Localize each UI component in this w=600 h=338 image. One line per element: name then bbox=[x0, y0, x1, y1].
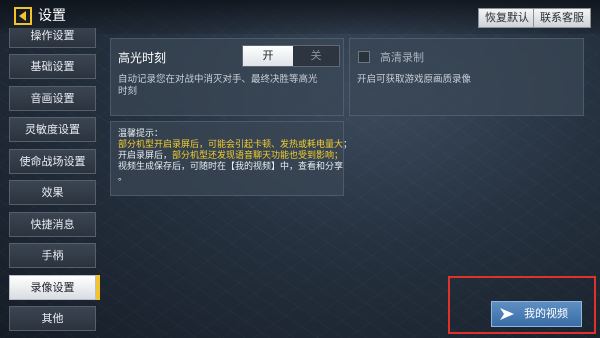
hd-recording-checkbox[interactable] bbox=[358, 51, 370, 63]
highlight-moments-desc-line1: 自动记录您在对战中消灭对手、最终决胜等高光 bbox=[118, 74, 318, 85]
back-arrow-icon bbox=[19, 11, 26, 21]
play-arrow-icon bbox=[500, 308, 514, 320]
sidebar-item-other[interactable]: 其他 bbox=[9, 306, 96, 331]
sidebar-item-quick-messages[interactable]: 快捷消息 bbox=[9, 212, 96, 237]
tips-heading: 温馨提示： bbox=[118, 129, 164, 139]
my-video-label: 我的视频 bbox=[524, 307, 568, 320]
sidebar-item-battlefield[interactable]: 使命战场设置 bbox=[9, 149, 96, 174]
sidebar-item-controller[interactable]: 手柄 bbox=[9, 243, 96, 268]
my-video-button[interactable]: 我的视频 bbox=[491, 301, 582, 327]
tips-line-1: 部分机型开启录屏后，可能会引起卡顿、发热或耗电量大； bbox=[118, 140, 352, 151]
settings-sidebar: 操作设置 基础设置 音画设置 灵敏度设置 使命战场设置 效果 快捷消息 手柄 录… bbox=[0, 28, 102, 338]
sidebar-item-controls[interactable]: 操作设置 bbox=[9, 28, 96, 48]
toggle-on-option[interactable]: 开 bbox=[243, 46, 293, 66]
contact-support-button[interactable]: 联系客服 bbox=[533, 8, 591, 28]
toggle-off-option[interactable]: 关 bbox=[293, 46, 339, 66]
tips-line-1-warning: 部分机型开启录屏后，可能会引起卡顿、发热或耗电量大 bbox=[118, 140, 344, 150]
page-title: 设置 bbox=[38, 8, 66, 24]
tips-line-2: 开启录屏后，部分机型还发现语音聊天功能也受到影响； bbox=[118, 151, 343, 162]
tips-line-4: 。 bbox=[118, 173, 128, 183]
tips-line-2-prefix: 开启录屏后， bbox=[118, 151, 173, 161]
hd-recording-desc: 开启可获取游戏原画质录像 bbox=[357, 74, 472, 85]
sidebar-item-recording[interactable]: 录像设置 bbox=[9, 275, 100, 300]
sidebar-item-effects[interactable]: 效果 bbox=[9, 180, 96, 205]
hd-recording-title: 高清录制 bbox=[380, 51, 424, 64]
sidebar-item-audio-video[interactable]: 音画设置 bbox=[9, 86, 96, 111]
back-button[interactable] bbox=[14, 7, 32, 25]
highlight-moments-title: 高光时刻 bbox=[118, 51, 167, 65]
tips-line-3: 视频生成保存后，可随时在【我的视频】中，查看和分享 bbox=[118, 162, 344, 172]
highlight-moments-toggle[interactable]: 开 关 bbox=[242, 45, 340, 67]
tips-line-1-end: ； bbox=[343, 140, 353, 150]
tips-line-2-warning: 部分机型还发现语音聊天功能也受到影响； bbox=[172, 151, 344, 161]
highlight-moments-desc-line2: 时刻 bbox=[118, 86, 138, 97]
sidebar-item-sensitivity[interactable]: 灵敏度设置 bbox=[9, 117, 96, 142]
sidebar-item-basic[interactable]: 基础设置 bbox=[9, 54, 96, 79]
restore-defaults-button[interactable]: 恢复默认 bbox=[478, 8, 536, 28]
